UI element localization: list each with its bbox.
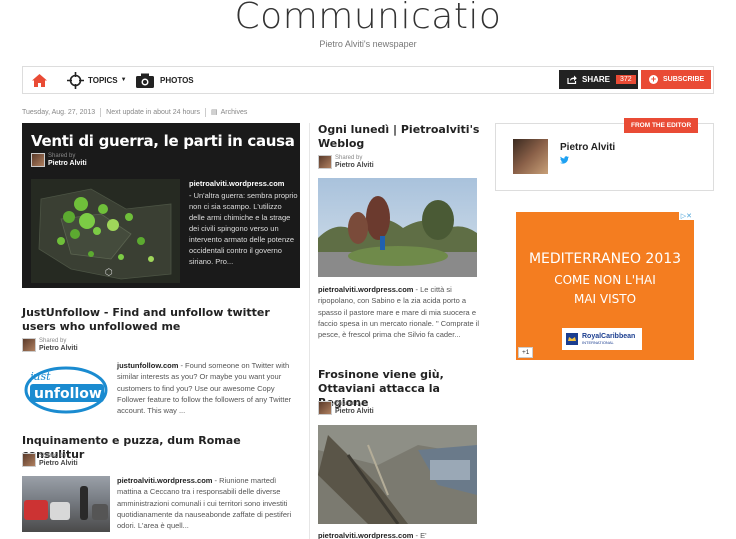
article-title[interactable]: JustUnfollow - Find and unfollow twitter… <box>22 306 302 334</box>
logo-text-just: just <box>27 370 51 383</box>
avatar[interactable] <box>31 153 45 167</box>
editor-panel: FROM THE EDITOR Pietro Alviti <box>495 118 714 191</box>
featured-article-source[interactable]: pietroalviti.wordpress.com <box>189 179 297 188</box>
calendar-icon: ▤ <box>210 109 218 116</box>
avatar[interactable] <box>22 338 36 352</box>
from-the-editor-tag: FROM THE EDITOR <box>624 118 699 133</box>
roundabout-photo-image[interactable] <box>318 178 477 277</box>
network-map-image: ⬡ <box>31 179 180 283</box>
shared-by-name[interactable]: Pietro Alviti <box>48 160 87 167</box>
shared-by: Shared by Pietro Alviti <box>22 338 78 352</box>
photos-link[interactable]: PHOTOS <box>136 67 194 93</box>
justunfollow-logo-image[interactable]: just unfollow <box>22 360 110 416</box>
shared-by-name[interactable]: Pietro Alviti <box>335 408 374 415</box>
shared-by-label: Shared by <box>48 153 76 159</box>
home-button[interactable] <box>31 67 48 93</box>
share-button[interactable]: SHARE 372 <box>559 70 638 89</box>
meta-bar: Tuesday, Aug. 27, 2013 Next update in ab… <box>22 106 302 118</box>
svg-text:⬡: ⬡ <box>105 268 113 278</box>
article-description: pietroalviti.wordpress.com - E' <box>318 530 480 539</box>
shared-by-label: Shared by <box>39 453 67 459</box>
plus-circle-icon: + <box>649 74 658 84</box>
site-title[interactable]: Communicatio <box>0 0 736 37</box>
shared-by: Shared by Pietro Alviti <box>318 155 374 169</box>
crown-anchor-icon <box>566 333 578 345</box>
nav-bar: TOPICS ▼ PHOTOS SHARE 372 + SUBSCRIBE <box>22 66 714 94</box>
landslide-photo-image[interactable] <box>318 425 477 524</box>
article-source[interactable]: pietroalviti.wordpress.com <box>117 476 212 485</box>
subscribe-label: SUBSCRIBE <box>663 76 705 83</box>
camera-icon <box>136 73 154 88</box>
avatar[interactable] <box>318 401 332 415</box>
shared-by-name[interactable]: Pietro Alviti <box>335 162 374 169</box>
divider <box>100 107 102 117</box>
home-icon <box>32 73 47 87</box>
article-source[interactable]: justunfollow.com <box>117 361 178 370</box>
featured-article-title[interactable]: Venti di guerra, le parti in causa <box>31 132 295 150</box>
article-summary: - E' <box>413 531 427 539</box>
editor-name[interactable]: Pietro Alviti <box>560 142 615 153</box>
shared-by: Shared by Pietro Alviti <box>318 401 374 415</box>
photos-label: PHOTOS <box>160 75 194 85</box>
editor-avatar[interactable] <box>513 139 548 174</box>
logo-text-unfollow: unfollow <box>34 386 102 402</box>
shared-by: Shared by Pietro Alviti <box>31 153 87 167</box>
ad-brand-logo: RoyalCaribbean INTERNATIONAL <box>562 328 642 350</box>
featured-article-description: - Un'altra guerra: sembra proprio non ci… <box>189 191 298 266</box>
street-photo-image[interactable] <box>22 476 110 532</box>
ad-brand-name: RoyalCaribbean <box>582 333 636 340</box>
site-subtitle: Pietro Alviti's newspaper <box>319 39 417 49</box>
shared-by-label: Shared by <box>39 338 67 344</box>
advertisement[interactable]: ▷✕ MEDITERRANEO 2013 COME NON L'HAI MAI … <box>516 212 694 360</box>
shared-by-label: Shared by <box>335 155 363 161</box>
chevron-down-icon: ▼ <box>120 77 127 83</box>
date-label: Tuesday, Aug. 27, 2013 <box>22 108 96 116</box>
archives-link[interactable]: Archives <box>221 109 248 116</box>
article-description: pietroalviti.wordpress.com - Le città si… <box>318 284 480 340</box>
ad-choices-icon[interactable]: ▷✕ <box>678 212 694 220</box>
avatar[interactable] <box>318 155 332 169</box>
share-count-badge: 372 <box>616 75 636 84</box>
featured-article-image[interactable]: ⬡ <box>31 179 180 283</box>
article-title[interactable]: Ogni lunedì | Pietroalviti's Weblog <box>318 123 486 151</box>
ad-headline: MEDITERRANEO 2013 <box>528 251 682 267</box>
column-divider <box>309 123 310 539</box>
shared-by-label: Shared by <box>335 401 363 407</box>
twitter-icon[interactable] <box>560 156 569 164</box>
article-description: pietroalviti.wordpress.com - Riunione ma… <box>117 475 301 531</box>
subscribe-button[interactable]: + SUBSCRIBE <box>641 70 711 89</box>
featured-article[interactable]: Venti di guerra, le parti in causa Share… <box>22 123 300 288</box>
ad-line-3: MAI VISTO <box>573 292 637 306</box>
topics-label: TOPICS <box>88 75 118 85</box>
divider <box>204 107 206 117</box>
next-update-label: Next update in about 24 hours <box>106 108 200 116</box>
avatar[interactable] <box>22 453 36 467</box>
share-icon <box>567 75 577 84</box>
shared-by-name[interactable]: Pietro Alviti <box>39 460 78 467</box>
article-description: justunfollow.com - Found someone on Twit… <box>117 360 301 416</box>
google-plus-one-button[interactable]: +1 <box>518 347 534 358</box>
ad-brand-sub: INTERNATIONAL <box>582 340 614 345</box>
article-source[interactable]: pietroalviti.wordpress.com <box>318 531 413 539</box>
topics-menu[interactable]: TOPICS ▼ <box>67 67 127 93</box>
shared-by: Shared by Pietro Alviti <box>22 453 78 467</box>
article-source[interactable]: pietroalviti.wordpress.com <box>318 285 413 294</box>
share-label: SHARE <box>582 75 611 84</box>
shared-by-name[interactable]: Pietro Alviti <box>39 345 78 352</box>
crosshair-icon <box>67 71 84 89</box>
ad-line-2: COME NON L'HAI <box>554 273 656 287</box>
